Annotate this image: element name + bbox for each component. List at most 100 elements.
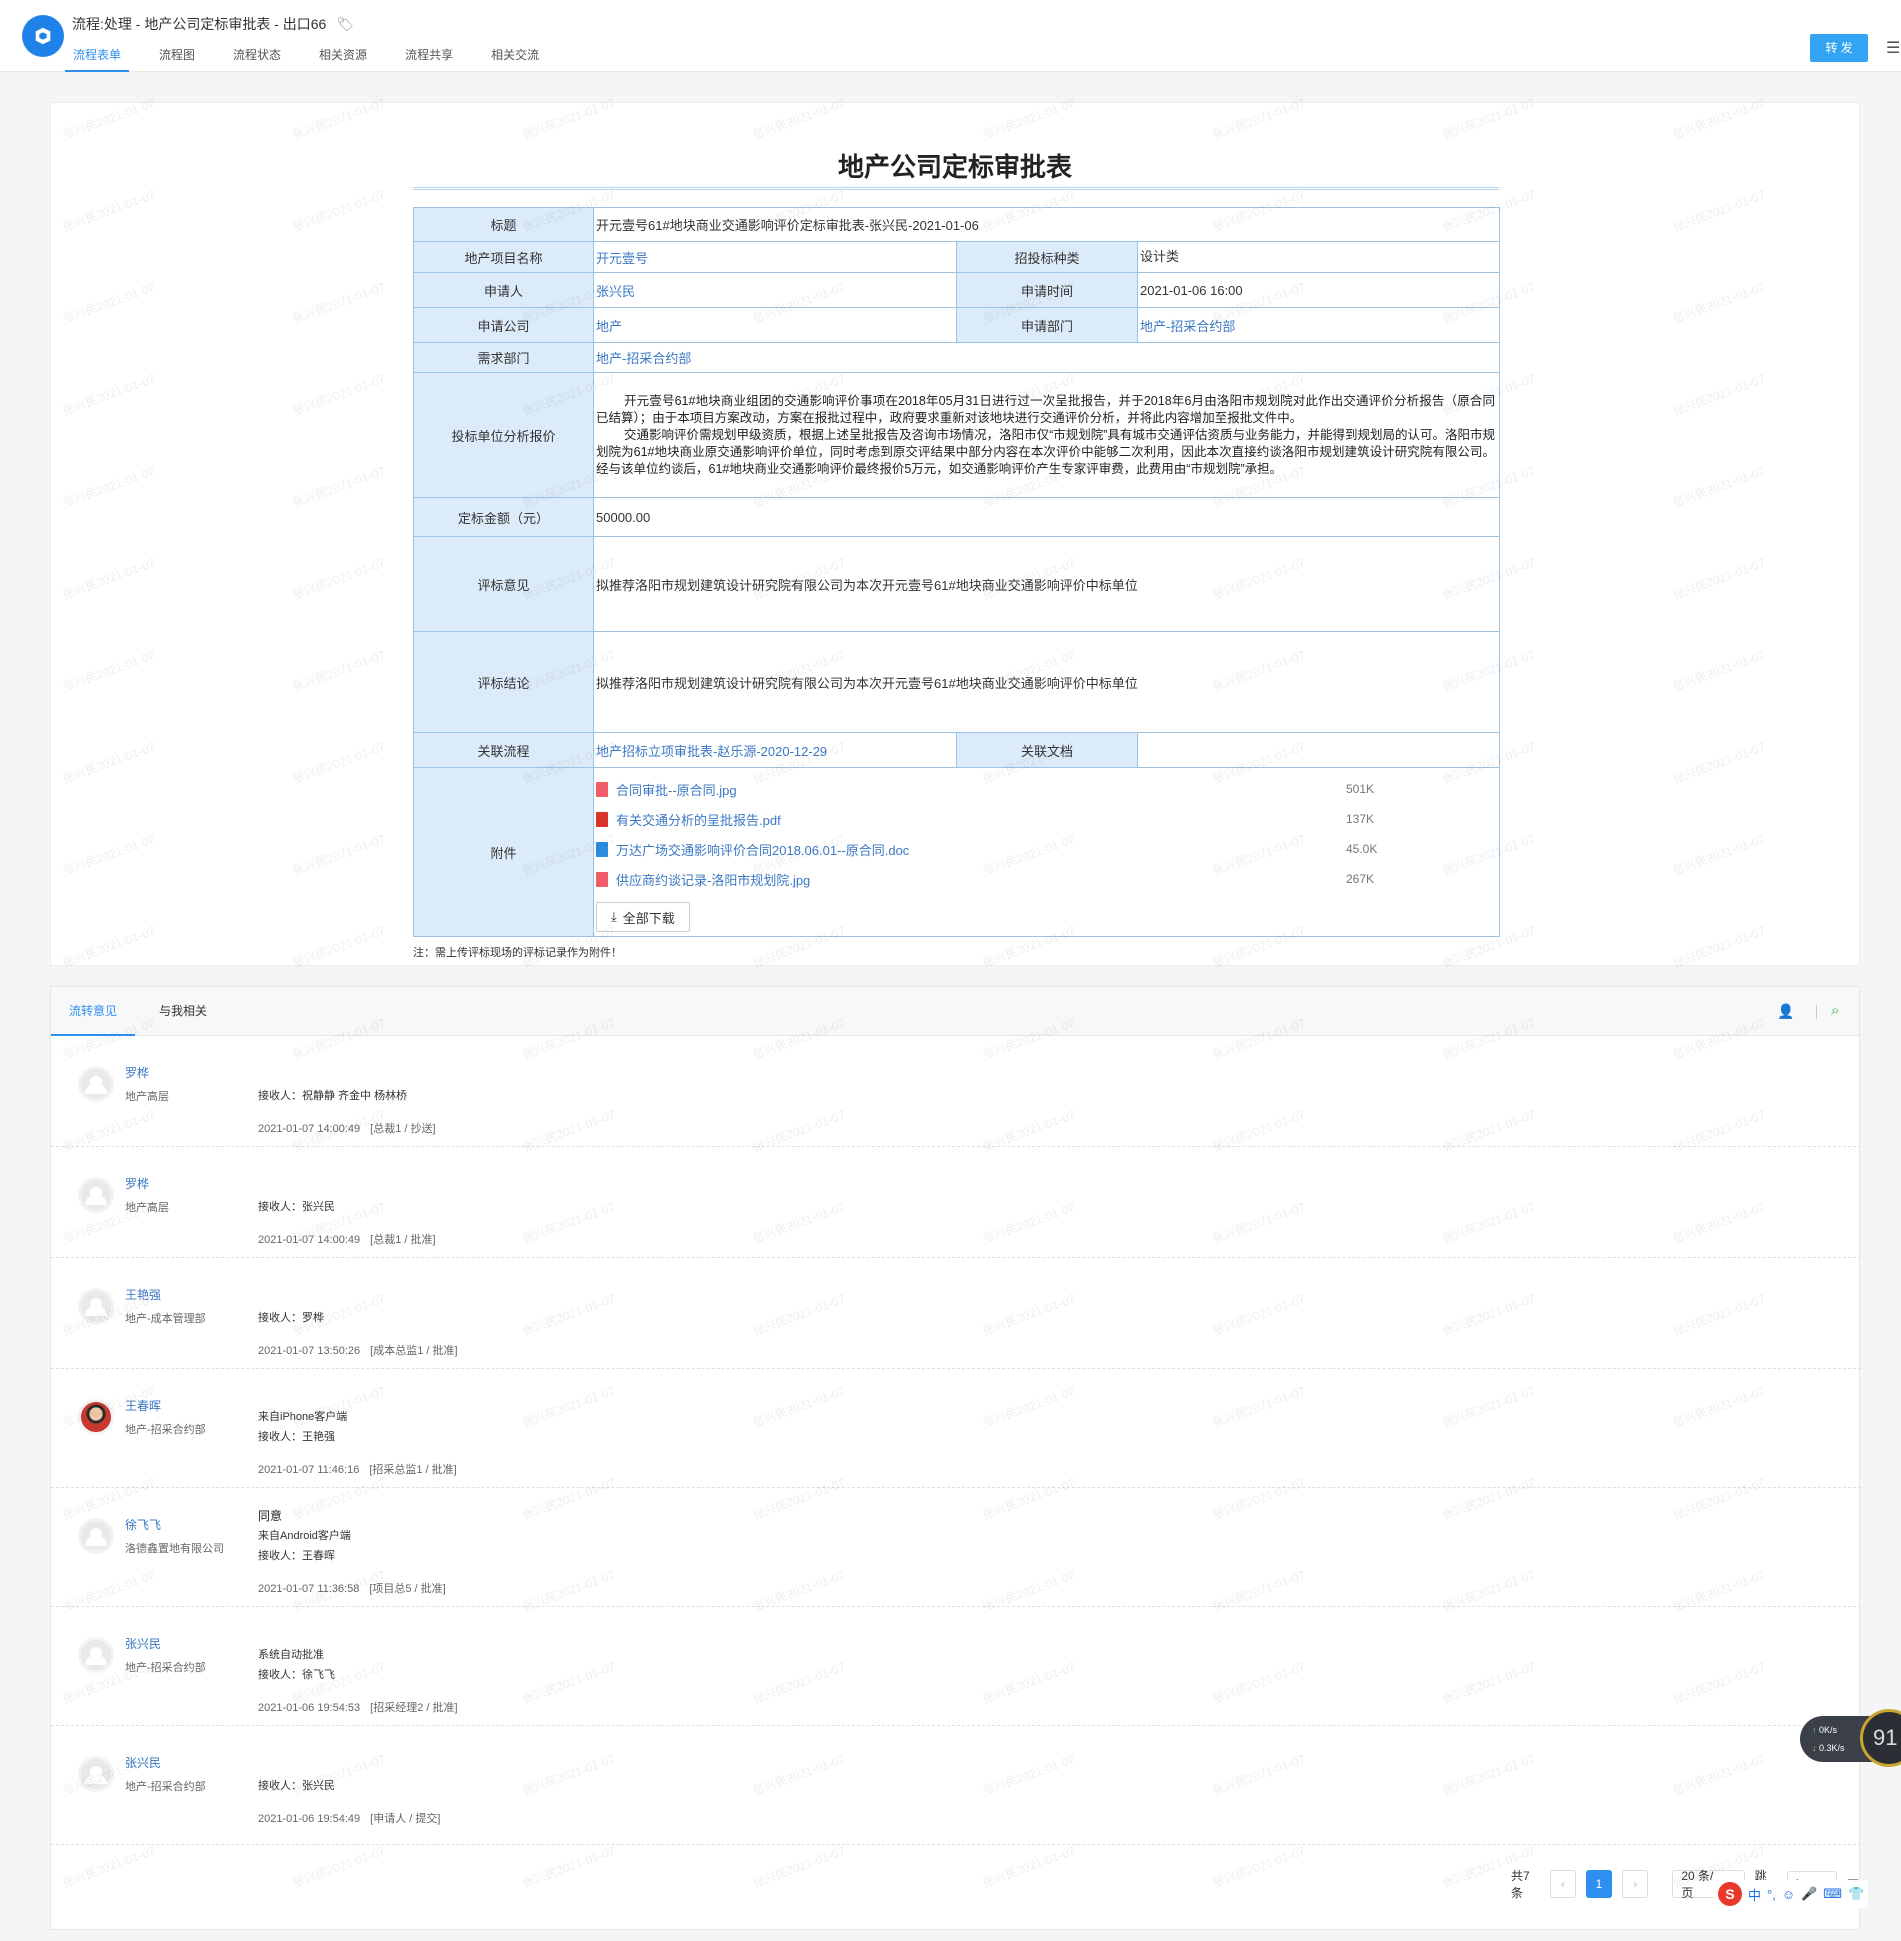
tab-related-discussion[interactable]: 相关交流 (483, 46, 547, 72)
tab-related-resources[interactable]: 相关资源 (311, 46, 375, 72)
attachment-name[interactable]: 供应商约谈记录-洛阳市规划院.jpg (616, 870, 1346, 889)
ime-toolbar[interactable]: S 中 °, ☺ 🎤 ⌨ 👕 (1714, 1880, 1869, 1908)
value-related-flow[interactable]: 地产招标立项审批表-赵乐源-2020-12-29 (593, 732, 957, 768)
comment-stage: [总裁1 / 批准] (370, 1234, 436, 1246)
page-number-button[interactable]: 1 (1585, 1870, 1613, 1898)
tab-related-to-me[interactable]: 与我相关 (141, 987, 225, 1036)
attachment-name[interactable]: 万达广场交通影响评价合同2018.06.01--原合同.doc (616, 840, 1346, 859)
comment-timestamp: 2021-01-07 14:00:49 (258, 1234, 361, 1246)
commenter-name[interactable]: 王春晖 (125, 1397, 161, 1414)
network-speed-widget[interactable]: ↑ 0K/s ↓ 0.3K/s 91 (1800, 1709, 1901, 1767)
value-applicant[interactable]: 张兴民 (593, 272, 957, 308)
attachment-item[interactable]: 供应商约谈记录-洛阳市规划院.jpg 267K (596, 864, 1497, 894)
search-icon[interactable]: ⌕ (1831, 1002, 1839, 1019)
menu-list-icon[interactable]: ☰ (1886, 38, 1900, 58)
comment-item: 张兴民 地产-招采合约部 接收人：张兴民 2021-01-06 19:54:49… (51, 1726, 1861, 1845)
panel-tabs: 流转意见 与我相关 👤 ⌕ (51, 987, 1859, 1036)
label-project: 地产项目名称 (413, 241, 594, 273)
top-header: 流程:处理 - 地产公司定标审批表 - 出口66 🏷 流程表单 流程图 流程状态… (0, 0, 1901, 72)
attachment-name[interactable]: 合同审批--原合同.jpg (616, 780, 1346, 799)
comment-item: 王春晖 地产-招采合约部 来自iPhone客户端 接收人：王艳强 2021-01… (51, 1369, 1861, 1488)
next-page-button[interactable]: › (1622, 1870, 1649, 1898)
ime-emoji-icon[interactable]: ☺ (1782, 1887, 1795, 1902)
value-related-doc[interactable] (1136, 732, 1501, 768)
commenter-name[interactable]: 王艳强 (125, 1286, 161, 1303)
comment-item: 张兴民 地产-招采合约部 系统自动批准 接收人：徐飞飞 2021-01-06 1… (51, 1607, 1861, 1726)
value-demand-dept[interactable]: 地产-招采合约部 (592, 342, 1501, 373)
comment-source: 来自iPhone客户端 (258, 1411, 348, 1423)
comment-receiver: 接收人：张兴民 (258, 1201, 335, 1213)
forward-button[interactable]: 转 发 (1810, 34, 1868, 62)
comment-stage: [招采总监1 / 批准] (369, 1464, 457, 1476)
value-bid-type: 设计类 (1136, 241, 1501, 273)
attachment-size: 45.0K (1346, 842, 1378, 856)
app-logo-icon (22, 15, 64, 57)
comment-stage: [招采经理2 / 批准] (370, 1702, 458, 1714)
value-project[interactable]: 开元壹号 (593, 241, 957, 273)
value-company[interactable]: 地产 (593, 307, 957, 343)
label-apply-time: 申请时间 (956, 272, 1138, 308)
comment-body: 来自iPhone客户端 接收人：王艳强 (258, 1407, 347, 1447)
attachment-item[interactable]: 合同审批--原合同.jpg 501K (596, 774, 1497, 804)
ime-skin-icon[interactable]: 👕 (1848, 1886, 1864, 1902)
label-review-conclusion: 评标结论 (413, 631, 594, 733)
avatar (78, 1288, 114, 1324)
commenter-name[interactable]: 罗桦 (125, 1064, 149, 1081)
attachment-item[interactable]: 万达广场交通影响评价合同2018.06.01--原合同.doc 45.0K (596, 834, 1497, 864)
attachment-size: 501K (1346, 782, 1375, 796)
label-review-opinion: 评标意见 (413, 536, 594, 632)
avatar-photo (78, 1399, 114, 1435)
label-related-doc: 关联文档 (956, 732, 1138, 768)
download-all-label: 全部下载 (622, 910, 675, 926)
prev-page-button[interactable]: ‹ (1549, 1870, 1576, 1898)
label-related-flow: 关联流程 (413, 732, 594, 768)
ime-chinese-mode-icon[interactable]: 中 (1748, 1885, 1761, 1904)
image-file-icon (596, 781, 608, 797)
ime-keyboard-icon[interactable]: ⌨ (1823, 1886, 1842, 1902)
download-all-button[interactable]: ⤓ 全部下载 (596, 902, 690, 932)
attachment-size: 267K (1346, 872, 1375, 886)
commenter-dept: 洛德鑫置地有限公司 (125, 1543, 224, 1555)
comment-timestamp: 2021-01-07 11:46:16 (258, 1464, 360, 1476)
comment-receiver: 接收人：徐飞飞 (258, 1669, 335, 1681)
comment-receiver: 接收人：罗桦 (258, 1312, 324, 1324)
tab-flow-status[interactable]: 流程状态 (225, 46, 289, 72)
label-applicant: 申请人 (413, 272, 594, 308)
tab-form[interactable]: 流程表单 (65, 46, 130, 72)
attachment-item[interactable]: 有关交通分析的呈批报告.pdf 137K (596, 804, 1497, 834)
value-review-opinion: 拟推荐洛阳市规划建筑设计研究院有限公司为本次开元壹号61#地块商业交通影响评价中… (592, 536, 1501, 632)
comment-time: 2021-01-07 11:36:58 [项目总5 / 批准] (258, 1580, 446, 1596)
value-apply-dept[interactable]: 地产-招采合约部 (1136, 307, 1501, 343)
commenter-name[interactable]: 张兴民 (125, 1635, 161, 1652)
download-speed-value: 0.3K/s (1819, 1743, 1845, 1753)
ime-voice-icon[interactable]: 🎤 (1801, 1886, 1817, 1902)
comment-time: 2021-01-07 13:50:26 [成本总监1 / 批准] (258, 1342, 458, 1358)
label-subject: 标题 (413, 207, 594, 242)
attachment-size: 137K (1346, 812, 1375, 826)
comment-time: 2021-01-06 19:54:49 [申请人 / 提交] (258, 1810, 440, 1826)
label-demand-dept: 需求部门 (413, 342, 594, 373)
comment-timestamp: 2021-01-06 19:54:53 (258, 1702, 361, 1714)
pdf-file-icon (596, 811, 608, 827)
image-file-icon (596, 871, 608, 887)
comment-body: 同意 来自Android客户端 接收人：王春晖 (258, 1506, 351, 1566)
commenter-name[interactable]: 徐飞飞 (125, 1516, 161, 1533)
toolbar-divider (1816, 1005, 1817, 1019)
user-filter-icon[interactable]: 👤 (1777, 1003, 1794, 1020)
tab-flow-opinions[interactable]: 流转意见 (51, 987, 136, 1036)
commenter-name[interactable]: 张兴民 (125, 1754, 161, 1771)
tag-icon[interactable]: 🏷 (336, 16, 354, 33)
tab-flow-share[interactable]: 流程共享 (397, 46, 461, 72)
tab-flow-chart[interactable]: 流程图 (151, 46, 203, 72)
comment-stage: [总裁1 / 抄送] (370, 1123, 436, 1135)
commenter-name[interactable]: 罗桦 (125, 1175, 149, 1192)
attachment-name[interactable]: 有关交通分析的呈批报告.pdf (616, 810, 1346, 829)
comment-stage: [成本总监1 / 批准] (370, 1345, 458, 1357)
ime-punctuation-icon[interactable]: °, (1767, 1887, 1776, 1902)
analysis-text: 开元壹号61#地块商业组团的交通影响评价事项在2018年05月31日进行过一次呈… (596, 391, 1497, 480)
comment-time: 2021-01-07 14:00:49 [总裁1 / 批准] (258, 1231, 436, 1247)
comment-timestamp: 2021-01-07 11:36:58 (258, 1583, 360, 1595)
comment-stage: [申请人 / 提交] (370, 1813, 441, 1825)
comment-timestamp: 2021-01-07 13:50:26 (258, 1345, 361, 1357)
label-amount: 定标金额（元） (413, 497, 594, 537)
